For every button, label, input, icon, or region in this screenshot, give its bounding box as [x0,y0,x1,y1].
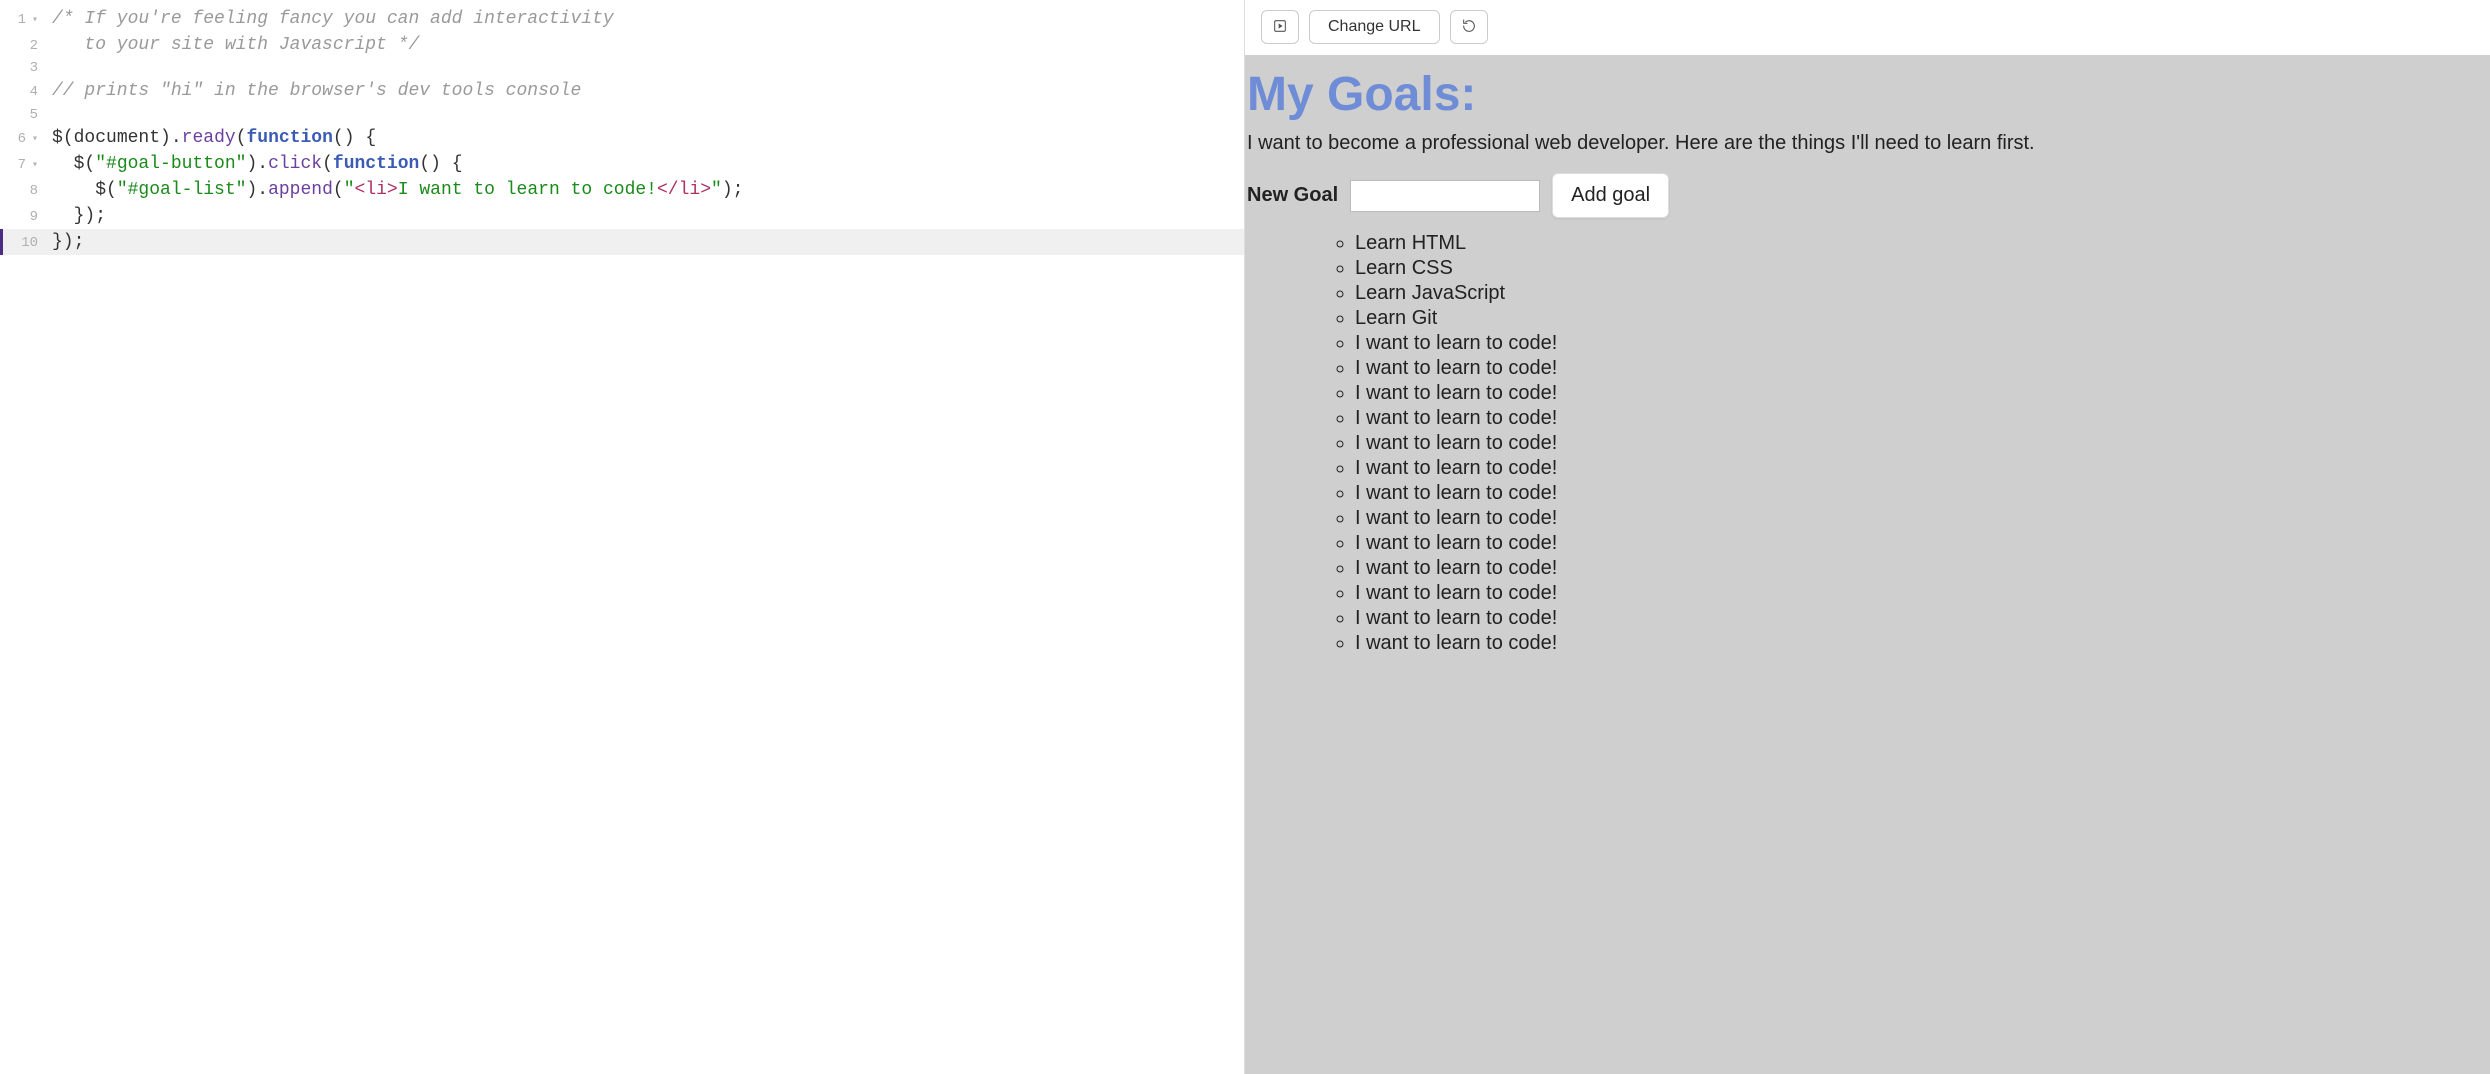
line-number: 8 [0,181,52,201]
code-text[interactable]: /* If you're feeling fancy you can add i… [52,6,1244,32]
preview-toolbar: Change URL [1245,0,2490,55]
line-number: 9 [0,207,52,227]
code-line[interactable]: 1 ▾/* If you're feeling fancy you can ad… [0,6,1244,32]
code-line[interactable]: 8 $("#goal-list").append("<li>I want to … [0,177,1244,203]
line-number: 5 [0,105,52,125]
line-number: 3 [0,58,52,78]
list-item: I want to learn to code! [1355,407,2490,430]
line-number: 2 [0,36,52,56]
list-item: I want to learn to code! [1355,507,2490,530]
preview-body: My Goals: I want to become a professiona… [1245,55,2490,1074]
code-text[interactable]: $("#goal-list").append("<li>I want to le… [52,177,1244,203]
goal-list: Learn HTMLLearn CSSLearn JavaScriptLearn… [1245,232,2490,655]
code-text[interactable]: to your site with Javascript */ [52,32,1244,58]
line-number: 7 ▾ [0,155,52,175]
code-text[interactable]: $(document).ready(function() { [52,125,1244,151]
line-number: 1 ▾ [0,10,52,30]
chevron-down-icon[interactable]: ▾ [26,15,38,26]
code-line[interactable]: 2 to your site with Javascript */ [0,32,1244,58]
reload-button[interactable] [1450,10,1488,44]
list-item: I want to learn to code! [1355,382,2490,405]
list-item: Learn JavaScript [1355,282,2490,305]
list-item: I want to learn to code! [1355,432,2490,455]
code-line[interactable]: 5 [0,105,1244,125]
code-line[interactable]: 4// prints "hi" in the browser's dev too… [0,78,1244,104]
goals-subtitle: I want to become a professional web deve… [1245,132,2490,155]
add-goal-button[interactable]: Add goal [1552,173,1669,218]
editor-pane[interactable]: 1 ▾/* If you're feeling fancy you can ad… [0,0,1245,1074]
code-text[interactable]: $("#goal-button").click(function() { [52,151,1244,177]
change-url-label: Change URL [1328,18,1421,36]
list-item: I want to learn to code! [1355,457,2490,480]
code-text[interactable]: // prints "hi" in the browser's dev tool… [52,78,1244,104]
line-number: 10 [0,233,52,253]
code-line[interactable]: 10}); [0,229,1244,255]
play-icon [1272,18,1288,37]
preview-pane: Change URL My Goals: I want to become a … [1245,0,2490,1074]
list-item: Learn CSS [1355,257,2490,280]
chevron-down-icon[interactable]: ▾ [26,134,38,145]
list-item: I want to learn to code! [1355,607,2490,630]
list-item: I want to learn to code! [1355,557,2490,580]
code-line[interactable]: 7 ▾ $("#goal-button").click(function() { [0,151,1244,177]
list-item: I want to learn to code! [1355,357,2490,380]
list-item: I want to learn to code! [1355,532,2490,555]
run-button[interactable] [1261,10,1299,44]
reload-icon [1461,18,1477,37]
list-item: I want to learn to code! [1355,582,2490,605]
code-line[interactable]: 6 ▾$(document).ready(function() { [0,125,1244,151]
code-line[interactable]: 9 }); [0,203,1244,229]
code-editor[interactable]: 1 ▾/* If you're feeling fancy you can ad… [0,0,1244,255]
goals-title: My Goals: [1245,67,2490,122]
change-url-button[interactable]: Change URL [1309,10,1440,44]
code-line[interactable]: 3 [0,58,1244,78]
code-text[interactable]: }); [52,229,1244,255]
list-item: I want to learn to code! [1355,482,2490,505]
app-root: 1 ▾/* If you're feeling fancy you can ad… [0,0,2490,1074]
list-item: Learn Git [1355,307,2490,330]
new-goal-row: New Goal Add goal [1245,173,2490,218]
line-number: 4 [0,82,52,102]
code-text[interactable]: }); [52,203,1244,229]
chevron-down-icon[interactable]: ▾ [26,160,38,171]
list-item: I want to learn to code! [1355,632,2490,655]
list-item: I want to learn to code! [1355,332,2490,355]
list-item: Learn HTML [1355,232,2490,255]
new-goal-label: New Goal [1247,184,1338,207]
line-number: 6 ▾ [0,129,52,149]
add-goal-label: Add goal [1571,184,1650,206]
new-goal-input[interactable] [1350,180,1540,212]
